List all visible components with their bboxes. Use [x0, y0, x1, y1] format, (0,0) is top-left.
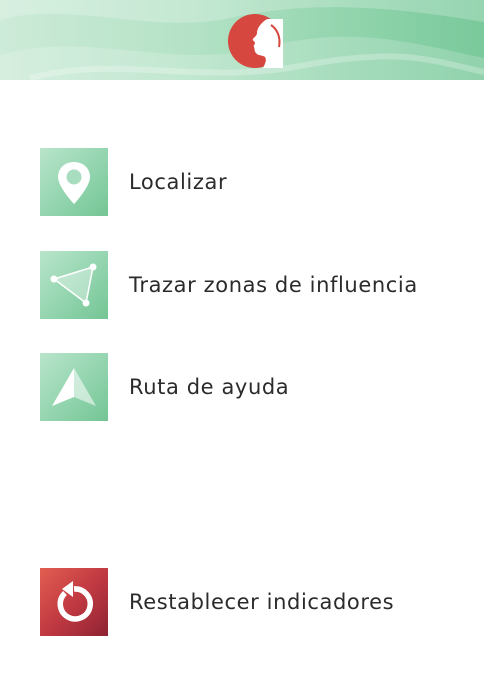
navigation-arrow-icon: [40, 353, 108, 421]
app-header: [0, 0, 484, 80]
menu-item-label: Ruta de ayuda: [129, 375, 290, 399]
polygon-area-icon: [40, 251, 108, 319]
menu-item-label: Localizar: [129, 170, 228, 194]
menu-item-localizar[interactable]: Localizar: [40, 148, 460, 216]
app-screen: Localizar Trazar zonas de influencia Rut…: [0, 0, 484, 680]
menu-item-restablecer[interactable]: Restablecer indicadores: [40, 568, 460, 636]
menu-item-label: Trazar zonas de influencia: [129, 273, 418, 297]
menu-item-label: Restablecer indicadores: [129, 590, 395, 614]
location-pin-icon: [40, 148, 108, 216]
menu-item-ruta-ayuda[interactable]: Ruta de ayuda: [40, 353, 460, 421]
menu-item-trazar-zonas[interactable]: Trazar zonas de influencia: [40, 251, 460, 319]
reset-icon: [40, 568, 108, 636]
woman-profile-logo: [227, 13, 283, 69]
